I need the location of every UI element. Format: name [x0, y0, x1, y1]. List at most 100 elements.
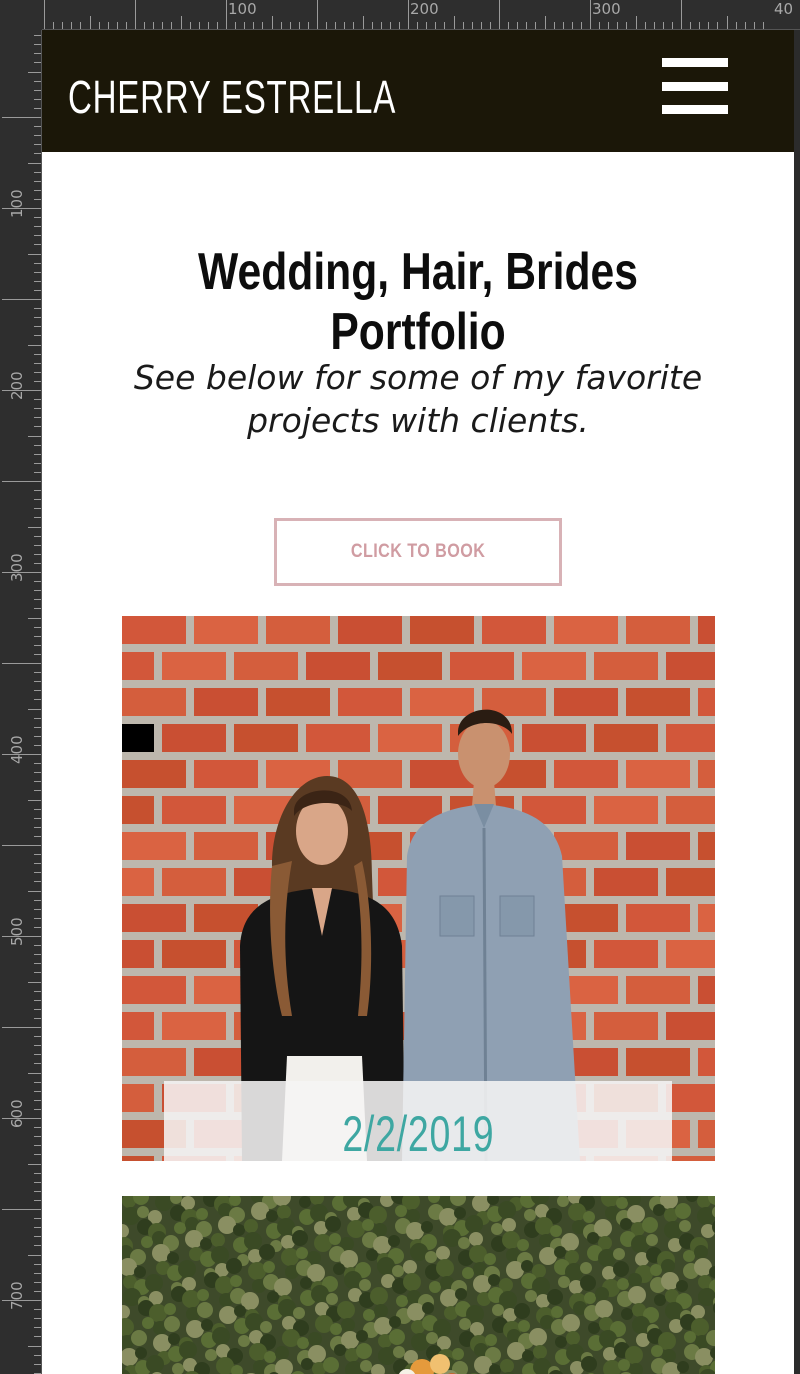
ruler-tick — [34, 644, 41, 646]
brick — [266, 616, 330, 644]
ivy-leaf — [406, 1222, 424, 1240]
ruler-tick — [125, 22, 127, 29]
ivy-leaf — [186, 1320, 204, 1338]
brick — [122, 868, 154, 896]
ivy-leaf — [459, 1318, 471, 1330]
hamburger-menu-icon[interactable] — [662, 56, 730, 116]
ruler-tick — [34, 1281, 41, 1283]
ivy-leaf — [500, 1359, 514, 1373]
ruler-tick — [34, 1127, 41, 1129]
ruler-tick — [553, 22, 555, 29]
ruler-tick — [34, 62, 41, 64]
ivy-leaf — [620, 1218, 632, 1230]
ruler-tick — [717, 22, 719, 29]
gallery-item[interactable]: 2/2/2019 — [122, 616, 715, 1161]
ruler-tick — [34, 308, 41, 310]
ivy-leaf — [233, 1224, 245, 1236]
ruler-tick — [34, 180, 41, 182]
ivy-leaf — [135, 1347, 147, 1359]
ruler-label-v200: 200 — [8, 371, 26, 400]
ivy-leaf — [167, 1252, 179, 1264]
ivy-leaf — [684, 1331, 696, 1343]
brick — [666, 940, 715, 968]
ivy-leaf — [492, 1304, 504, 1316]
ruler-tick — [34, 854, 41, 856]
ivy-leaf — [200, 1238, 212, 1250]
ivy-leaf — [122, 1207, 140, 1225]
ivy-leaf — [628, 1273, 642, 1287]
click-to-book-button[interactable]: CLICK TO BOOK — [274, 518, 562, 586]
ruler-tick — [535, 22, 537, 29]
ruler-tick — [34, 107, 41, 109]
ruler-tick — [34, 826, 41, 828]
brick — [626, 1048, 690, 1076]
ruler-tick — [34, 499, 41, 501]
ruler-tick — [326, 22, 328, 29]
ivy-leaf — [314, 1234, 332, 1252]
ivy-leaf — [146, 1355, 164, 1373]
ruler-tick — [28, 617, 41, 619]
ivy-leaf — [134, 1266, 146, 1278]
brick — [122, 1084, 154, 1112]
ruler-tick — [353, 22, 355, 29]
ivy-leaf — [517, 1239, 529, 1251]
ruler-tick — [34, 1054, 41, 1056]
ruler-tick — [753, 22, 755, 29]
ivy-leaf — [356, 1330, 368, 1342]
ruler-tick — [34, 198, 41, 200]
ruler-tick — [135, 0, 136, 29]
ivy-leaf — [646, 1234, 658, 1246]
ruler-tick — [617, 22, 619, 29]
ivy-leaf — [178, 1260, 196, 1278]
ivy-leaf — [297, 1337, 309, 1349]
ivy-leaf — [388, 1235, 400, 1247]
ruler-tick — [34, 699, 41, 701]
brick — [162, 652, 226, 680]
ivy-leaf — [370, 1287, 388, 1305]
ruler-tick — [34, 317, 41, 319]
ivy-leaf — [275, 1346, 289, 1360]
gallery-item[interactable] — [122, 1196, 715, 1374]
ruler-label-v700: 700 — [8, 1281, 26, 1310]
ruler-tick — [34, 835, 41, 837]
ruler-tick — [426, 22, 428, 29]
ivy-leaf — [555, 1336, 567, 1348]
brick — [234, 724, 298, 752]
brick — [698, 976, 715, 1004]
ruler-tick — [34, 653, 41, 655]
brick — [122, 796, 154, 824]
ruler-tick — [453, 16, 455, 29]
ruler-tick — [380, 22, 382, 29]
site-logo[interactable]: CHERRY ESTRELLA — [68, 70, 396, 124]
ivy-leaf — [554, 1246, 566, 1258]
ruler-tick — [34, 544, 41, 546]
ivy-leaf — [677, 1361, 689, 1373]
ruler-tick — [34, 399, 41, 401]
brick — [554, 688, 618, 716]
ivy-leaf — [455, 1288, 467, 1300]
brick — [162, 796, 226, 824]
ivy-leaf — [234, 1305, 246, 1317]
ruler-tick — [471, 22, 473, 29]
horizontal-ruler: 100 200 300 40 — [0, 0, 800, 30]
brick — [122, 616, 186, 644]
ivy-leaf — [617, 1278, 629, 1290]
ivy-leaf — [580, 1275, 596, 1291]
brick — [554, 760, 618, 788]
ivy-leaf — [462, 1267, 474, 1279]
ivy-leaf — [558, 1276, 570, 1288]
ivy-leaf — [485, 1334, 497, 1346]
ruler-tick — [34, 1290, 41, 1292]
ivy-leaf — [521, 1260, 533, 1272]
brick — [122, 652, 154, 680]
brick — [626, 616, 690, 644]
ivy-leaf — [137, 1206, 149, 1218]
ruler-tick — [34, 744, 41, 746]
ruler-tick — [198, 22, 200, 29]
ruler-tick — [34, 562, 41, 564]
ruler-tick — [253, 22, 255, 29]
ruler-tick — [317, 0, 318, 29]
ruler-tick — [34, 235, 41, 237]
ruler-tick — [271, 16, 273, 29]
brick — [450, 652, 514, 680]
